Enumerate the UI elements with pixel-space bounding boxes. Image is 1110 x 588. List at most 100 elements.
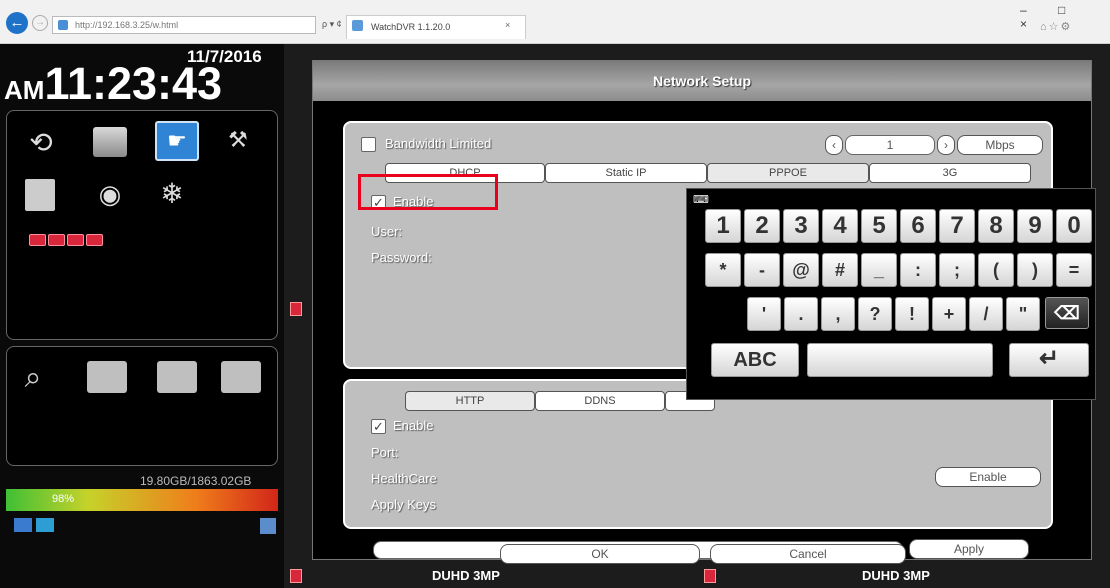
bandwidth-unit-select[interactable]: Mbps (957, 135, 1043, 155)
digit-key[interactable]: 9 (1017, 209, 1053, 243)
channel-led (86, 234, 103, 246)
on-screen-keyboard: ⌨ 1234567890 * - @ # _:;() = '.,?! + / " ABC ↵ ⌫ (686, 188, 1096, 400)
bandwidth-value[interactable]: 1 (845, 135, 935, 155)
left-panel: 11/7/2016 AM11:23:43 ⟲ ☛ ⚒ ◉ ❄ ⌕ 19.80GB… (0, 44, 284, 588)
symbol-key[interactable]: * (705, 253, 741, 287)
quad-view-icon[interactable] (221, 361, 261, 393)
keyboard-icon: ⌨ (693, 194, 709, 206)
hdd-usage-text: 19.80GB/1863.02GB (140, 474, 252, 488)
symbol-key[interactable]: ( (978, 253, 1014, 287)
folder-icon[interactable] (93, 127, 127, 157)
back-icon[interactable]: ⟲ (25, 127, 57, 159)
channel-marker-icon (290, 569, 302, 583)
view-mode-panel: ⌕ (6, 346, 278, 466)
channel-led (67, 234, 84, 246)
punct-key[interactable]: ? (858, 297, 892, 331)
ampm-label: AM (4, 75, 45, 105)
symbol-key[interactable]: = (1056, 253, 1092, 287)
time-label: 11:23:43 (44, 58, 223, 109)
healthcare-select[interactable]: Enable (935, 467, 1041, 487)
dialog-title: Network Setup (313, 61, 1091, 101)
punct-key[interactable]: . (784, 297, 818, 331)
symbol-key[interactable]: _ (861, 253, 897, 287)
arrows-icon[interactable] (36, 518, 54, 532)
healthcare-label: HealthCare (371, 471, 437, 486)
symbol-key[interactable]: @ (783, 253, 819, 287)
password-label: Password: (371, 250, 432, 265)
menu-icon-panel: ⟲ ☛ ⚒ ◉ ❄ (6, 110, 278, 340)
digit-key[interactable]: 7 (939, 209, 975, 243)
browser-chrome: ← → http://192.168.3.25/w.html ρ ▾ ¢ Wat… (0, 0, 1110, 44)
address-bar[interactable]: http://192.168.3.25/w.html (52, 16, 316, 34)
search-file-icon[interactable] (25, 179, 55, 211)
symbol-key[interactable]: - (744, 253, 780, 287)
hand-setup-icon[interactable]: ☛ (155, 121, 199, 161)
highlight-box (358, 174, 498, 210)
full-view-icon[interactable] (157, 361, 197, 393)
browser-tab[interactable]: WatchDVR 1.1.20.0 (346, 15, 526, 39)
panel-toggle-icon[interactable] (290, 302, 302, 316)
digit-key[interactable]: 5 (861, 209, 897, 243)
apply-button[interactable]: Apply (909, 539, 1029, 559)
back-arrow-icon[interactable]: ← (6, 12, 28, 34)
cancel-button[interactable]: Cancel (710, 544, 906, 564)
enter-key[interactable]: ↵ (1009, 343, 1089, 377)
channel-status: DUHD 3MP (432, 568, 500, 583)
search-refresh-icons[interactable]: ρ ▾ ¢ (322, 19, 342, 30)
bandwidth-label: Bandwidth Limited (385, 136, 492, 151)
symbol-key[interactable]: # (822, 253, 858, 287)
backspace-key[interactable]: ⌫ (1045, 297, 1089, 329)
channel-led (29, 234, 46, 246)
tab-pppoe[interactable]: PPPOE (707, 163, 869, 183)
punct-key[interactable]: , (821, 297, 855, 331)
hdd-percent: 98% (52, 493, 75, 505)
home-star-gear-icons[interactable]: ⌂☆⚙ (1040, 20, 1072, 33)
ok-button[interactable]: OK (500, 544, 700, 564)
camera-icon[interactable]: ◉ (93, 177, 127, 211)
digit-key[interactable]: 3 (783, 209, 819, 243)
search-icon[interactable]: ⌕ (17, 361, 49, 397)
symbol-key[interactable]: ) (1017, 253, 1053, 287)
user-label: User: (371, 224, 403, 239)
freeze-icon[interactable]: ❄ (155, 177, 189, 211)
http-enable-checkbox[interactable]: ✓ (371, 419, 386, 434)
tab-http[interactable]: HTTP (405, 391, 535, 411)
clock-display: AM11:23:43 (4, 58, 222, 110)
bandwidth-decrement[interactable]: ‹ (825, 135, 843, 155)
tab-ddns[interactable]: DDNS (535, 391, 665, 411)
forward-arrow-icon[interactable]: → (32, 15, 48, 31)
single-view-icon[interactable] (87, 361, 127, 393)
channel-status: DUHD 3MP (862, 568, 930, 583)
digit-key[interactable]: 6 (900, 209, 936, 243)
channel-marker-icon (704, 569, 716, 583)
hdd-usage-bar (6, 489, 278, 511)
apply-keys-label: Apply Keys (371, 497, 437, 512)
punct-key[interactable]: ! (895, 297, 929, 331)
channel-led (48, 234, 65, 246)
punct-key[interactable]: ' (747, 297, 781, 331)
site-icon (58, 20, 68, 30)
channel-indicators (29, 233, 105, 251)
digit-key[interactable]: 8 (978, 209, 1014, 243)
bandwidth-checkbox[interactable] (361, 137, 376, 152)
display-icon[interactable] (14, 518, 32, 532)
user-icon[interactable] (260, 518, 276, 534)
digit-key[interactable]: 4 (822, 209, 858, 243)
space-key[interactable] (807, 343, 993, 377)
symbol-key[interactable]: : (900, 253, 936, 287)
bandwidth-increment[interactable]: › (937, 135, 955, 155)
punct-key[interactable]: / (969, 297, 1003, 331)
symbol-key[interactable]: ; (939, 253, 975, 287)
digit-key[interactable]: 1 (705, 209, 741, 243)
punct-key[interactable]: + (932, 297, 966, 331)
tab-static-ip[interactable]: Static IP (545, 163, 707, 183)
abc-key[interactable]: ABC (711, 343, 799, 377)
tab-favicon-icon (352, 20, 363, 31)
punct-key[interactable]: " (1006, 297, 1040, 331)
digit-key[interactable]: 2 (744, 209, 780, 243)
tab-3g[interactable]: 3G (869, 163, 1031, 183)
tab-close-icon[interactable]: × (505, 20, 510, 30)
http-enable-label: Enable (393, 418, 434, 433)
tools-icon[interactable]: ⚒ (221, 125, 255, 155)
digit-key[interactable]: 0 (1056, 209, 1092, 243)
